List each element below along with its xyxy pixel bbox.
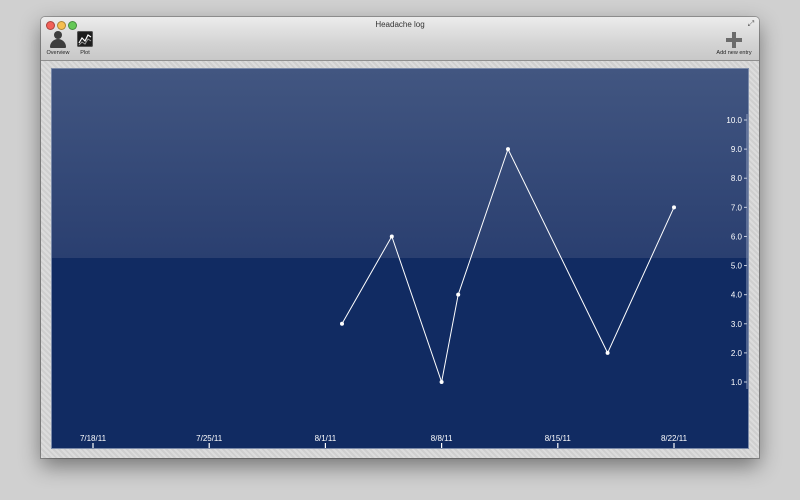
x-tick-label: 8/1/11 <box>315 434 337 443</box>
y-tick-label: 4.0 <box>731 291 743 300</box>
toolbar: Headache log ⤢ Overview Plot Add new ent… <box>41 17 759 61</box>
y-tick-label: 6.0 <box>731 232 743 241</box>
y-tick-label: 5.0 <box>731 262 743 271</box>
y-tick-label: 2.0 <box>731 349 743 358</box>
data-point <box>456 292 461 297</box>
x-tick-label: 8/22/11 <box>661 434 688 443</box>
y-tick-label: 7.0 <box>731 203 743 212</box>
headache-line-chart: 1.0 2.0 3.0 4.0 5.0 6.0 7.0 8.0 9.0 10.0 7/18/11 7/… <box>52 69 748 448</box>
y-tick-label: 9.0 <box>731 145 743 154</box>
overview-button[interactable]: Overview <box>44 31 72 56</box>
x-tick-label: 8/8/11 <box>431 434 453 443</box>
data-point <box>340 321 344 326</box>
x-tick-label: 7/18/11 <box>80 434 107 443</box>
y-tick-label: 10.0 <box>726 116 742 125</box>
plot-button[interactable]: Plot <box>76 31 94 56</box>
y-tick-label: 3.0 <box>731 320 743 329</box>
y-tick-label: 8.0 <box>731 174 743 183</box>
content-area: 1.0 2.0 3.0 4.0 5.0 6.0 7.0 8.0 9.0 10.0 7/18/11 7/… <box>41 61 759 458</box>
x-tick-label: 7/25/11 <box>196 434 223 443</box>
data-point <box>605 350 610 355</box>
line-chart-icon <box>76 31 94 49</box>
data-point <box>389 234 394 239</box>
data-point <box>439 380 444 384</box>
plot-label: Plot <box>80 50 90 56</box>
data-point <box>506 147 510 152</box>
plot-gloss-highlight <box>52 69 748 258</box>
overview-label: Overview <box>46 50 70 56</box>
app-window: Headache log ⤢ Overview Plot Add new ent… <box>41 17 759 458</box>
add-new-entry-label: Add new entry <box>716 50 752 56</box>
plus-icon <box>725 31 743 49</box>
add-new-entry-button[interactable]: Add new entry <box>711 31 757 56</box>
window-title: Headache log <box>375 20 425 29</box>
y-tick-label: 1.0 <box>731 378 743 387</box>
plot-area: 1.0 2.0 3.0 4.0 5.0 6.0 7.0 8.0 9.0 10.0 7/18/11 7/… <box>52 69 748 448</box>
fullscreen-arrows-icon[interactable]: ⤢ <box>747 20 755 28</box>
data-point <box>672 205 676 210</box>
person-icon <box>49 31 67 49</box>
x-tick-label: 8/15/11 <box>545 434 572 443</box>
